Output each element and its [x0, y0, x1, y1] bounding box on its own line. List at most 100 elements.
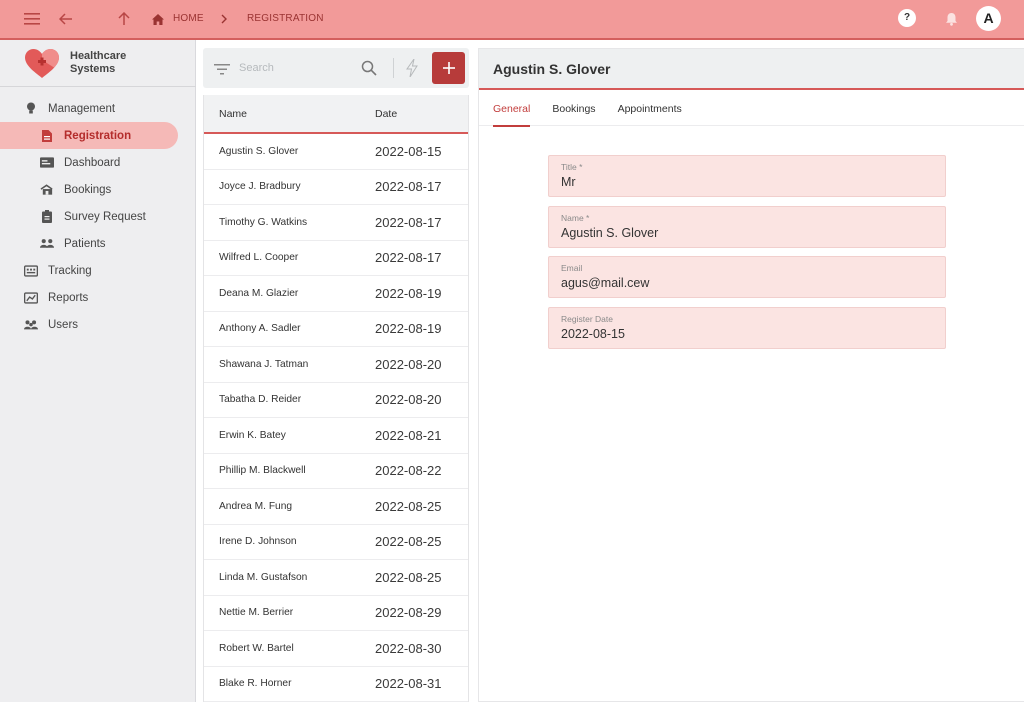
- breadcrumb-registration[interactable]: REGISTRATION: [247, 13, 324, 24]
- row-date: 2022-08-21: [375, 427, 442, 443]
- sidebar-item-reports[interactable]: Reports: [0, 284, 196, 311]
- row-date: 2022-08-30: [375, 640, 442, 656]
- sidebar-item-label: Users: [48, 318, 79, 331]
- name-field-value[interactable]: Agustin S. Glover: [561, 226, 945, 240]
- sidebar-item-label: Reports: [48, 291, 89, 304]
- row-name: Shawana J. Tatman: [219, 358, 309, 370]
- registration-list-panel: Name Date Agustin S. Glover 2022-08-15 Joy…: [203, 48, 469, 702]
- detail-title: Agustin S. Glover: [479, 49, 1024, 90]
- table-header: Name Date: [204, 95, 468, 134]
- row-name: Nettie M. Berrier: [219, 607, 294, 619]
- filter-icon[interactable]: [214, 62, 230, 80]
- patients-icon: [40, 238, 54, 250]
- up-arrow-icon[interactable]: [113, 8, 135, 30]
- table-row[interactable]: Robert W. Bartel 2022-08-30: [204, 631, 468, 667]
- lightbulb-icon: [24, 102, 38, 115]
- users-icon: [24, 319, 38, 331]
- column-header-date[interactable]: Date: [360, 108, 397, 120]
- column-header-name[interactable]: Name: [204, 108, 360, 120]
- tab-general[interactable]: General: [493, 90, 531, 127]
- add-button[interactable]: [432, 52, 465, 84]
- document-icon: [40, 129, 54, 142]
- row-name: Blake R. Horner: [219, 678, 292, 690]
- table-row[interactable]: Erwin K. Batey 2022-08-21: [204, 418, 468, 454]
- sidebar-item-users[interactable]: Users: [0, 311, 196, 338]
- row-date: 2022-08-31: [375, 676, 442, 692]
- row-name: Wilfred L. Cooper: [219, 252, 299, 264]
- name-field[interactable]: Name * Agustin S. Glover: [548, 206, 946, 248]
- title-field-value[interactable]: Mr: [561, 175, 945, 189]
- back-arrow-icon[interactable]: [55, 8, 77, 30]
- breadcrumb-home[interactable]: HOME: [173, 13, 204, 24]
- row-name: Erwin K. Batey: [219, 429, 286, 441]
- table-row[interactable]: Agustin S. Glover 2022-08-15: [204, 134, 468, 170]
- help-button[interactable]: ?: [898, 9, 916, 27]
- tab-bookings[interactable]: Bookings: [552, 90, 595, 126]
- row-date: 2022-08-25: [375, 534, 442, 550]
- row-date: 2022-08-22: [375, 463, 442, 479]
- sidebar-item-label: Registration: [64, 129, 132, 142]
- table-body: Agustin S. Glover 2022-08-15 Joyce J. Brad…: [204, 134, 468, 702]
- menu-icon[interactable]: [21, 8, 43, 30]
- detail-tabs: General Bookings Appointments: [479, 90, 1024, 127]
- row-date: 2022-08-29: [375, 605, 442, 621]
- sidebar-item-registration[interactable]: Registration: [0, 122, 178, 149]
- reports-icon: [24, 291, 38, 304]
- row-date: 2022-08-25: [375, 569, 442, 585]
- tab-appointments[interactable]: Appointments: [618, 90, 682, 126]
- row-name: Irene D. Johnson: [219, 536, 297, 548]
- sidebar-item-survey-request[interactable]: Survey Request: [0, 203, 196, 230]
- table-row[interactable]: Phillip M. Blackwell 2022-08-22: [204, 453, 468, 489]
- table-row[interactable]: Wilfred L. Cooper 2022-08-17: [204, 240, 468, 276]
- table-row[interactable]: Linda M. Gustafson 2022-08-25: [204, 560, 468, 596]
- sidebar-nav: Management Registration Dashboard Bookin…: [0, 95, 196, 338]
- row-date: 2022-08-17: [375, 214, 442, 230]
- avatar[interactable]: A: [976, 6, 1001, 31]
- register-date-field[interactable]: Register Date 2022-08-15: [548, 307, 946, 349]
- row-name: Phillip M. Blackwell: [219, 465, 306, 477]
- tracking-icon: [24, 264, 38, 277]
- table-row[interactable]: Andrea M. Fung 2022-08-25: [204, 489, 468, 525]
- table-row[interactable]: Irene D. Johnson 2022-08-25: [204, 524, 468, 560]
- name-field-label: Name *: [561, 213, 590, 223]
- sidebar-item-management[interactable]: Management: [0, 95, 196, 122]
- table-row[interactable]: Tabatha D. Reider 2022-08-20: [204, 382, 468, 418]
- register-date-field-value[interactable]: 2022-08-15: [561, 327, 945, 341]
- row-name: Linda M. Gustafson: [219, 571, 308, 583]
- bell-icon[interactable]: [940, 8, 962, 30]
- table-row[interactable]: Joyce J. Bradbury 2022-08-17: [204, 169, 468, 205]
- table-row[interactable]: Shawana J. Tatman 2022-08-20: [204, 347, 468, 383]
- sidebar-item-dashboard[interactable]: Dashboard: [0, 149, 196, 176]
- search-input[interactable]: [239, 58, 349, 78]
- row-name: Robert W. Bartel: [219, 642, 294, 654]
- email-field-label: Email: [561, 263, 583, 273]
- email-field-value[interactable]: agus@mail.cew: [561, 276, 945, 290]
- table-row[interactable]: Anthony A. Sadler 2022-08-19: [204, 311, 468, 347]
- list-toolbar: [203, 48, 469, 88]
- sidebar-item-label: Survey Request: [64, 210, 146, 223]
- toolbar-divider: [393, 58, 394, 78]
- plus-icon: [442, 62, 455, 74]
- row-date: 2022-08-25: [375, 498, 442, 514]
- email-field[interactable]: Email agus@mail.cew: [548, 256, 946, 298]
- lightning-icon[interactable]: [406, 58, 418, 82]
- brand: Healthcare Systems: [0, 40, 196, 87]
- sidebar-item-tracking[interactable]: Tracking: [0, 257, 196, 284]
- search-icon[interactable]: [361, 60, 377, 81]
- table-row[interactable]: Nettie M. Berrier 2022-08-29: [204, 595, 468, 631]
- table-row[interactable]: Deana M. Glazier 2022-08-19: [204, 276, 468, 312]
- title-field-label: Title *: [561, 162, 583, 172]
- sidebar-item-patients[interactable]: Patients: [0, 230, 196, 257]
- table-row[interactable]: Blake R. Horner 2022-08-31: [204, 666, 468, 702]
- row-date: 2022-08-19: [375, 285, 442, 301]
- sidebar-item-bookings[interactable]: Bookings: [0, 176, 196, 203]
- row-name: Andrea M. Fung: [219, 500, 293, 512]
- title-field[interactable]: Title * Mr: [548, 155, 946, 197]
- row-date: 2022-08-20: [375, 356, 442, 372]
- home-icon[interactable]: [147, 8, 169, 30]
- brand-name: Healthcare Systems: [70, 50, 127, 75]
- table-row[interactable]: Timothy G. Watkins 2022-08-17: [204, 205, 468, 241]
- dashboard-icon: [40, 157, 54, 169]
- top-bar: HOME REGISTRATION ? A: [0, 0, 1024, 40]
- row-date: 2022-08-17: [375, 250, 442, 266]
